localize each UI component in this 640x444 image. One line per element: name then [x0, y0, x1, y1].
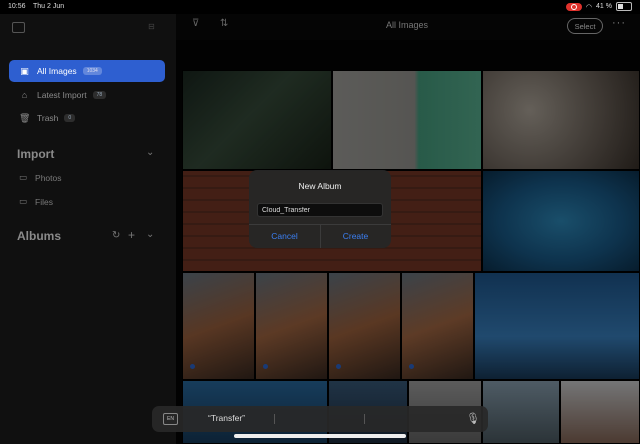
sidebar-toggle-icon[interactable] — [12, 22, 25, 33]
sidebar-item-latest-import[interactable]: ⌂ Latest Import 78 — [9, 84, 165, 106]
import-files-label: Files — [35, 196, 53, 207]
wifi-icon: ◠ — [585, 3, 593, 11]
photo-tile[interactable] — [482, 170, 640, 272]
selection-indicator — [336, 364, 341, 369]
import-files-item[interactable]: ▭ Files — [19, 196, 53, 207]
selection-indicator — [263, 364, 268, 369]
home-indicator[interactable] — [234, 434, 406, 438]
add-album-icon[interactable]: + — [128, 228, 135, 242]
import-photos-label: Photos — [35, 172, 62, 183]
photo-tile[interactable] — [482, 70, 640, 170]
microphone-icon[interactable]: 🎙︎ — [466, 412, 480, 425]
cancel-button[interactable]: Cancel — [249, 228, 320, 244]
filter-icon[interactable]: ⊽ — [192, 18, 199, 29]
count-badge: 78 — [92, 91, 107, 99]
photo-tile[interactable] — [560, 380, 640, 444]
sync-icon[interactable]: ↻ — [112, 230, 120, 241]
sidebar-item-label: Trash — [37, 113, 59, 123]
selection-indicator — [190, 364, 195, 369]
more-icon[interactable]: ··· — [612, 17, 626, 29]
keyboard-suggestion[interactable]: “Transfer” — [208, 413, 245, 423]
album-name-input[interactable] — [257, 203, 383, 217]
section-import-title: Import — [17, 147, 55, 161]
status-time: 10:56 — [8, 3, 26, 10]
status-date: Thu 2 Jun — [33, 3, 65, 10]
keyboard-suggestion-bar: EN “Transfer” 🎙︎ — [152, 406, 488, 432]
chevron-down-icon[interactable]: ⌄ — [146, 147, 154, 158]
battery-percent: 41 % — [596, 3, 612, 10]
battery-icon — [616, 2, 632, 11]
divider — [364, 414, 365, 424]
chevron-down-icon[interactable]: ⌄ — [146, 229, 154, 240]
count-badge: 0 — [64, 114, 76, 122]
count-badge: 1034 — [82, 67, 102, 75]
photo-tile[interactable] — [332, 70, 482, 170]
select-button[interactable]: Select — [567, 18, 603, 34]
status-right: ◠ 41 % — [565, 2, 632, 11]
divider — [274, 414, 275, 424]
sort-icon[interactable]: ⇅ — [220, 18, 228, 29]
photo-tile[interactable] — [482, 380, 560, 444]
page-title: All Images — [386, 20, 429, 30]
sidebar-item-trash[interactable]: 🗑︎ Trash 0 — [9, 107, 165, 129]
create-button[interactable]: Create — [320, 228, 391, 244]
photo-tile[interactable] — [474, 272, 640, 380]
sidebar-item-all-images[interactable]: ▣ All Images 1034 — [9, 60, 165, 82]
language-icon[interactable]: EN — [163, 413, 178, 425]
status-bar: 10:56 Thu 2 Jun ◠ 41 % — [0, 0, 640, 14]
dialog-title: New Album — [298, 181, 342, 191]
sidebar-item-label: Latest Import — [37, 90, 87, 100]
sidebar-item-label: All Images — [37, 66, 77, 76]
photos-icon: ▭ — [19, 172, 28, 182]
selection-indicator — [409, 364, 414, 369]
screen-recording-icon — [565, 2, 582, 11]
new-album-dialog: New Album Cancel Create — [249, 170, 391, 248]
photo-tile[interactable] — [182, 70, 332, 170]
import-photos-item[interactable]: ▭ Photos — [19, 172, 62, 183]
import-icon: ⌂ — [21, 90, 28, 100]
edit-icon[interactable]: ⊟ — [148, 22, 155, 31]
folder-icon: ▭ — [19, 196, 28, 206]
photo-stack-icon: ▣ — [20, 65, 29, 76]
trash-icon: 🗑︎ — [19, 112, 31, 123]
section-albums-title: Albums — [17, 229, 62, 243]
